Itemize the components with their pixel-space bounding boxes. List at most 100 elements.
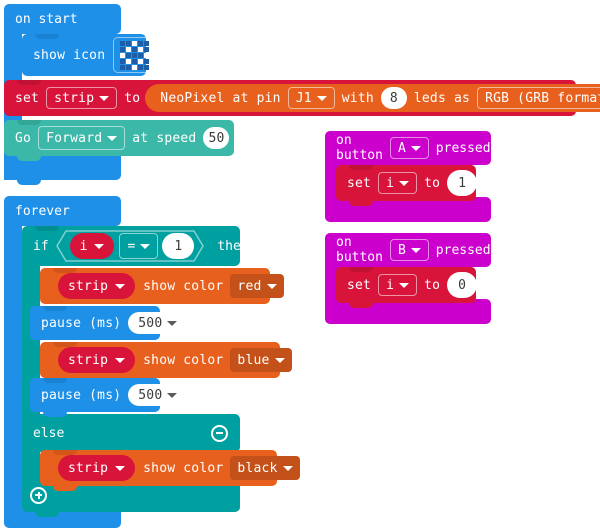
i-variable-value-b: i bbox=[386, 277, 395, 293]
comparison-hexagon[interactable]: i = 1 bbox=[55, 230, 204, 262]
chevron-down-icon[interactable] bbox=[274, 357, 285, 363]
show-icon-block[interactable]: show icon bbox=[22, 34, 173, 76]
chevron-down-icon[interactable] bbox=[115, 357, 126, 363]
show-color-red-block[interactable]: strip show color red bbox=[40, 268, 284, 304]
strip-variable-reporter[interactable]: strip bbox=[58, 455, 136, 481]
pause-label-1: pause (ms) bbox=[41, 315, 122, 331]
led-cell bbox=[138, 58, 144, 64]
if-foot-notch bbox=[35, 512, 59, 517]
button-a-value: A bbox=[397, 140, 406, 156]
chevron-down-icon[interactable] bbox=[115, 283, 126, 289]
chevron-down-icon[interactable] bbox=[156, 52, 167, 58]
else-label: else bbox=[33, 425, 65, 441]
direction-dropdown[interactable]: Forward bbox=[38, 126, 126, 150]
chevron-down-icon[interactable] bbox=[399, 282, 410, 288]
chevron-down-icon[interactable] bbox=[399, 180, 410, 186]
pause-value-2[interactable]: 500 bbox=[128, 384, 178, 406]
chevron-down-icon[interactable] bbox=[99, 95, 110, 101]
pause-block-2[interactable]: pause (ms) 500 bbox=[30, 378, 178, 417]
go-forward-block[interactable]: Go Forward at speed 50 % bbox=[4, 120, 244, 161]
led-cell bbox=[144, 46, 150, 52]
i-variable-dropdown-a[interactable]: i bbox=[378, 172, 418, 194]
chevron-down-icon[interactable] bbox=[107, 135, 118, 141]
neopixel-reporter[interactable]: NeoPixel at pin J1 with 8 leds as RGB (G… bbox=[145, 84, 600, 112]
color-dropdown-black[interactable]: black bbox=[230, 456, 300, 480]
plus-circle-icon[interactable] bbox=[30, 486, 47, 504]
pause-1-notch bbox=[43, 306, 67, 311]
chevron-down-icon[interactable] bbox=[410, 247, 421, 253]
forever-spine bbox=[4, 226, 22, 496]
show-color-label: show color bbox=[143, 460, 224, 476]
set-i-value-a[interactable]: 1 bbox=[447, 170, 478, 196]
minus-circle-icon[interactable] bbox=[211, 424, 228, 442]
chevron-down-icon[interactable] bbox=[266, 283, 277, 289]
show-color-blue-notch bbox=[53, 342, 77, 347]
set-i-value-b[interactable]: 0 bbox=[447, 272, 478, 298]
chevron-down-icon[interactable] bbox=[282, 465, 293, 471]
led-cell bbox=[132, 40, 138, 46]
pause-block-1[interactable]: pause (ms) 500 bbox=[30, 306, 178, 340]
led-cell bbox=[120, 64, 126, 70]
pause-value-text-2: 500 bbox=[138, 387, 163, 403]
on-button-label-b: on button bbox=[336, 235, 383, 265]
set-i-a-notch bbox=[349, 165, 373, 170]
i-variable-dropdown-b[interactable]: i bbox=[378, 274, 418, 296]
neopixel-at-pin-label: NeoPixel at pin bbox=[160, 90, 281, 106]
speed-input[interactable]: 50 bbox=[203, 127, 230, 149]
chevron-down-icon[interactable] bbox=[316, 95, 327, 101]
led-cell bbox=[144, 40, 150, 46]
hexagon-outline-icon bbox=[55, 230, 204, 262]
to-label: to bbox=[124, 90, 141, 106]
led-cell bbox=[144, 52, 150, 58]
pin-dropdown[interactable]: J1 bbox=[287, 87, 335, 109]
to-label-a: to bbox=[424, 175, 441, 191]
button-b-dropdown[interactable]: B bbox=[389, 239, 429, 261]
strip-variable-reporter[interactable]: strip bbox=[58, 273, 136, 299]
set-i-a-bottom-notch bbox=[349, 201, 373, 206]
pause-value-1[interactable]: 500 bbox=[128, 312, 178, 334]
chevron-down-icon[interactable] bbox=[115, 465, 126, 471]
go-label: Go bbox=[15, 130, 32, 146]
strip-variable-reporter[interactable]: strip bbox=[58, 347, 136, 373]
chevron-down-icon[interactable] bbox=[410, 145, 421, 151]
led-cell bbox=[144, 58, 150, 64]
color-dropdown-blue[interactable]: blue bbox=[230, 348, 292, 372]
on-button-a-hat[interactable]: on button A pressed bbox=[325, 131, 491, 165]
led-cell bbox=[126, 58, 132, 64]
led-matrix-dropdown[interactable] bbox=[113, 37, 173, 73]
chevron-down-icon[interactable] bbox=[167, 392, 178, 398]
strip-variable-dropdown[interactable]: strip bbox=[46, 87, 118, 109]
else-header[interactable]: else bbox=[22, 414, 240, 452]
show-color-blue-block[interactable]: strip show color blue bbox=[40, 342, 292, 378]
go-forward-bottom-notch bbox=[17, 156, 41, 161]
pause-2-notch bbox=[43, 378, 67, 383]
show-color-black-block[interactable]: strip show color black bbox=[40, 450, 300, 491]
button-b-value: B bbox=[397, 242, 406, 258]
then-label: then bbox=[217, 238, 249, 254]
on-start-hat[interactable]: on start bbox=[4, 4, 121, 34]
on-button-b-hat[interactable]: on button B pressed bbox=[325, 233, 491, 267]
set-i-block-b[interactable]: set i to 0 bbox=[336, 267, 478, 308]
show-icon-notch bbox=[35, 34, 59, 39]
color-value-red: red bbox=[237, 278, 262, 294]
led-cell bbox=[132, 64, 138, 70]
percent-label: % bbox=[236, 130, 245, 146]
button-a-dropdown[interactable]: A bbox=[389, 137, 429, 159]
led-cell bbox=[132, 58, 138, 64]
set-i-block-a[interactable]: set i to 1 bbox=[336, 165, 478, 206]
show-color-black-notch bbox=[53, 450, 77, 455]
color-format-dropdown[interactable]: RGB (GRB format) bbox=[477, 87, 600, 109]
pause-2-bottom-notch bbox=[43, 412, 67, 417]
led-cell bbox=[144, 64, 150, 70]
led-cell bbox=[120, 58, 126, 64]
set-strip-neopixel-block[interactable]: set strip to NeoPixel at pin J1 with 8 l… bbox=[4, 80, 600, 116]
chevron-down-icon[interactable] bbox=[167, 320, 178, 326]
color-format-value: RGB (GRB format) bbox=[485, 90, 600, 106]
forever-hat[interactable]: forever bbox=[4, 196, 121, 226]
if-then-header[interactable]: if i = 1 then bbox=[22, 226, 249, 266]
leds-count-input[interactable]: 8 bbox=[380, 87, 407, 109]
to-label-b: to bbox=[424, 277, 441, 293]
color-dropdown-red[interactable]: red bbox=[230, 274, 284, 298]
pause-label-2: pause (ms) bbox=[41, 387, 122, 403]
leds-as-label: leds as bbox=[413, 90, 471, 106]
